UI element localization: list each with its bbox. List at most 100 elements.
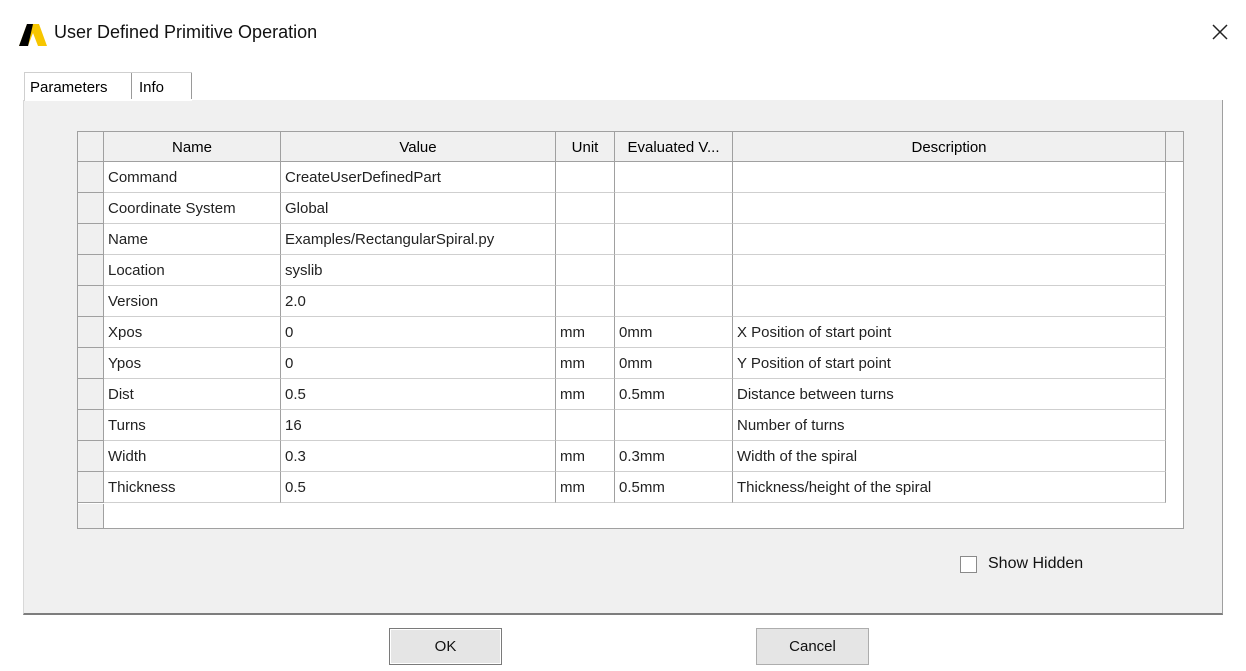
cell-unit[interactable]: [556, 193, 615, 224]
cell-name: Turns: [104, 410, 281, 441]
cell-name: Coordinate System: [104, 193, 281, 224]
cell-value[interactable]: 2.0: [281, 286, 556, 317]
table-row[interactable]: Version 2.0: [78, 286, 1183, 317]
row-header[interactable]: [78, 162, 104, 193]
cell-value[interactable]: CreateUserDefinedPart: [281, 162, 556, 193]
table-row[interactable]: Dist 0.5 mm 0.5mm Distance between turns: [78, 379, 1183, 410]
cell-value[interactable]: 16: [281, 410, 556, 441]
cell-name: Width: [104, 441, 281, 472]
row-header[interactable]: [78, 193, 104, 224]
parameters-grid: Name Value Unit Evaluated V... Descripti…: [77, 131, 1184, 529]
table-row[interactable]: Turns 16 Number of turns: [78, 410, 1183, 441]
cell-evaluated: [615, 286, 733, 317]
cell-unit[interactable]: mm: [556, 379, 615, 410]
cell-evaluated: 0mm: [615, 317, 733, 348]
cell-name: Ypos: [104, 348, 281, 379]
show-hidden-label[interactable]: Show Hidden: [988, 555, 1083, 573]
cell-unit[interactable]: [556, 255, 615, 286]
table-row[interactable]: Thickness 0.5 mm 0.5mm Thickness/height …: [78, 472, 1183, 503]
cell-description: Y Position of start point: [733, 348, 1166, 379]
grid-header: Name Value Unit Evaluated V... Descripti…: [78, 132, 1183, 162]
grid-empty-area: [78, 504, 104, 528]
tab-info[interactable]: Info: [132, 72, 192, 101]
cell-description: [733, 286, 1166, 317]
row-header[interactable]: [78, 286, 104, 317]
cell-value[interactable]: Examples/RectangularSpiral.py: [281, 224, 556, 255]
cell-description: [733, 162, 1166, 193]
table-row[interactable]: Name Examples/RectangularSpiral.py: [78, 224, 1183, 255]
cell-description: Number of turns: [733, 410, 1166, 441]
show-hidden-checkbox[interactable]: [960, 555, 977, 573]
cell-name: Command: [104, 162, 281, 193]
close-button[interactable]: [1206, 18, 1234, 46]
row-header[interactable]: [78, 410, 104, 441]
cell-unit[interactable]: [556, 286, 615, 317]
cancel-button[interactable]: Cancel: [756, 628, 869, 665]
ansys-logo-icon: [19, 24, 47, 46]
cell-value[interactable]: 0.5: [281, 379, 556, 410]
cell-value[interactable]: 0: [281, 317, 556, 348]
cell-unit[interactable]: mm: [556, 441, 615, 472]
row-header[interactable]: [78, 472, 104, 503]
row-header[interactable]: [78, 224, 104, 255]
row-header[interactable]: [78, 255, 104, 286]
column-header-description[interactable]: Description: [733, 132, 1166, 162]
tab-parameters[interactable]: Parameters: [24, 72, 132, 101]
cell-description: X Position of start point: [733, 317, 1166, 348]
cell-evaluated: 0.3mm: [615, 441, 733, 472]
cell-description: [733, 255, 1166, 286]
cell-description: Thickness/height of the spiral: [733, 472, 1166, 503]
cell-evaluated: [615, 193, 733, 224]
cell-description: [733, 193, 1166, 224]
table-row[interactable]: Width 0.3 mm 0.3mm Width of the spiral: [78, 441, 1183, 472]
tab-divider: [191, 73, 192, 99]
show-hidden-option[interactable]: Show Hidden: [960, 555, 1083, 573]
window-title: User Defined Primitive Operation: [54, 22, 318, 42]
cell-evaluated: [615, 410, 733, 441]
cell-name: Xpos: [104, 317, 281, 348]
cell-evaluated: 0mm: [615, 348, 733, 379]
column-header-evaluated-value[interactable]: Evaluated V...: [615, 132, 733, 162]
table-row[interactable]: Command CreateUserDefinedPart: [78, 162, 1183, 193]
column-header-name[interactable]: Name: [104, 132, 281, 162]
cell-unit[interactable]: [556, 224, 615, 255]
row-header[interactable]: [78, 379, 104, 410]
table-row[interactable]: Location syslib: [78, 255, 1183, 286]
cell-evaluated: 0.5mm: [615, 379, 733, 410]
cell-name: Dist: [104, 379, 281, 410]
cell-value[interactable]: 0.3: [281, 441, 556, 472]
header-filler: [1166, 132, 1183, 162]
cell-unit[interactable]: [556, 410, 615, 441]
close-icon: [1212, 24, 1228, 40]
header-corner: [78, 132, 104, 162]
cell-unit[interactable]: mm: [556, 472, 615, 503]
cell-description: Distance between turns: [733, 379, 1166, 410]
row-header[interactable]: [78, 441, 104, 472]
ok-button[interactable]: OK: [389, 628, 502, 665]
cell-name: Version: [104, 286, 281, 317]
cell-unit[interactable]: mm: [556, 317, 615, 348]
cell-value[interactable]: 0: [281, 348, 556, 379]
cell-description: [733, 224, 1166, 255]
title-bar: User Defined Primitive Operation: [0, 0, 1246, 68]
cell-value[interactable]: Global: [281, 193, 556, 224]
cell-description: Width of the spiral: [733, 441, 1166, 472]
cell-evaluated: [615, 255, 733, 286]
column-header-value[interactable]: Value: [281, 132, 556, 162]
cell-name: Name: [104, 224, 281, 255]
row-header[interactable]: [78, 348, 104, 379]
cell-evaluated: 0.5mm: [615, 472, 733, 503]
cell-value[interactable]: 0.5: [281, 472, 556, 503]
cell-unit[interactable]: [556, 162, 615, 193]
row-header[interactable]: [78, 317, 104, 348]
cell-value[interactable]: syslib: [281, 255, 556, 286]
table-row[interactable]: Ypos 0 mm 0mm Y Position of start point: [78, 348, 1183, 379]
cell-evaluated: [615, 162, 733, 193]
table-row[interactable]: Coordinate System Global: [78, 193, 1183, 224]
cell-unit[interactable]: mm: [556, 348, 615, 379]
column-header-unit[interactable]: Unit: [556, 132, 615, 162]
cell-name: Location: [104, 255, 281, 286]
cell-evaluated: [615, 224, 733, 255]
table-row[interactable]: Xpos 0 mm 0mm X Position of start point: [78, 317, 1183, 348]
cell-name: Thickness: [104, 472, 281, 503]
